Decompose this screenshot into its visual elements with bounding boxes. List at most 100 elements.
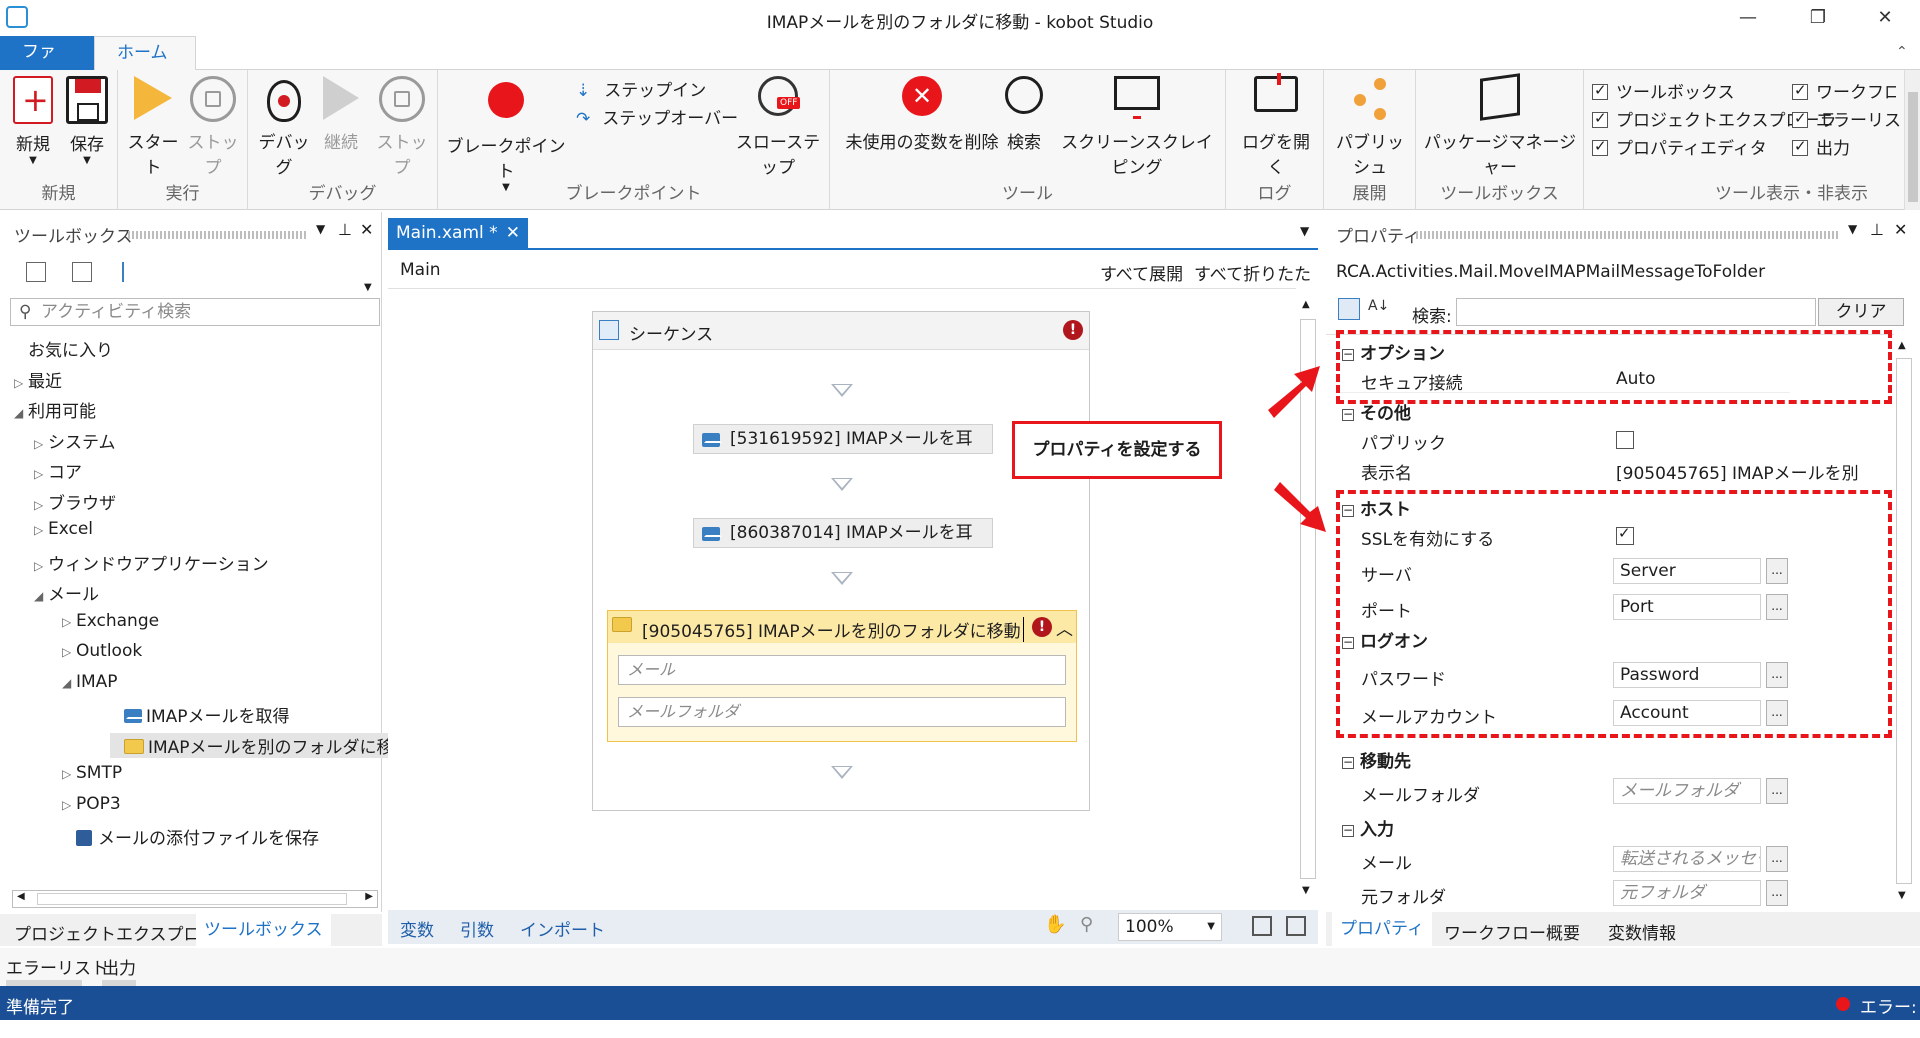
tab-variable-info[interactable]: 変数情報 bbox=[1608, 919, 1676, 944]
expand-icon[interactable]: ▷ bbox=[34, 437, 48, 451]
search-button[interactable]: 検索 bbox=[1000, 76, 1048, 153]
prop-dest-folder[interactable]: メールフォルダ メールフォルダ... bbox=[1336, 777, 1790, 806]
hand-icon[interactable]: ✋ bbox=[1044, 914, 1066, 935]
cat-input[interactable]: − 入力 bbox=[1336, 815, 1790, 840]
stop-button[interactable]: ストップ bbox=[184, 76, 242, 178]
view-check-4[interactable]: エラーリスト bbox=[1792, 106, 1918, 131]
prop-mail[interactable]: メール転送されるメッセージ。ご... bbox=[1336, 845, 1790, 874]
clear-button[interactable]: クリア bbox=[1818, 298, 1904, 326]
expand-icon[interactable]: ▷ bbox=[62, 798, 76, 812]
ellipsis-button[interactable]: ... bbox=[1766, 778, 1788, 804]
toolbox-tree-item[interactable]: ▷ ウィンドウアプリケーション bbox=[34, 550, 269, 575]
property-scrollbar[interactable]: ▲ ▼ bbox=[1894, 334, 1914, 908]
overview-icon[interactable] bbox=[1286, 916, 1306, 936]
close-button[interactable]: ✕ bbox=[1862, 4, 1908, 32]
activity-get-mail-2[interactable]: [860387014] IMAPメールを耳 bbox=[693, 518, 993, 548]
tab-error-list[interactable]: エラーリスト bbox=[6, 954, 108, 979]
expand-icon[interactable]: ▷ bbox=[62, 645, 76, 659]
collapse-icon[interactable]: ︿ bbox=[1056, 615, 1073, 640]
breakpoint-button[interactable]: ブレークポイント ▼ bbox=[446, 82, 566, 193]
tab-output[interactable]: 出力 bbox=[102, 954, 136, 979]
open-log-button[interactable]: ログを開く bbox=[1234, 73, 1318, 178]
toolbox-tree-item[interactable]: メールの添付ファイルを保存 bbox=[62, 824, 319, 849]
collapse-all-icon[interactable] bbox=[72, 262, 92, 282]
toolbox-tree-item[interactable]: ▷ Outlook bbox=[62, 641, 142, 661]
collapse-icon[interactable]: ◢ bbox=[34, 589, 48, 603]
expand-icon[interactable]: ▷ bbox=[62, 767, 76, 781]
save-button[interactable]: 保存 ▼ bbox=[62, 76, 112, 166]
ribbon-scrollbar[interactable] bbox=[1904, 70, 1920, 210]
designer-canvas[interactable]: シーケンス ! [531619592] IMAPメールを耳 [860387014… bbox=[388, 288, 1318, 909]
prop-src-folder[interactable]: 元フォルダ 元フォルダ... bbox=[1336, 879, 1790, 908]
publish-button[interactable]: パブリッシュ bbox=[1328, 76, 1412, 178]
toolbox-tree-item[interactable]: ◢ IMAP bbox=[62, 672, 118, 692]
toolbox-tree-item[interactable]: ▷ Excel bbox=[34, 519, 93, 539]
prop-display-name[interactable]: 表示名 [905045765] IMAPメールを別 bbox=[1336, 455, 1859, 484]
step-over-button[interactable]: ↷ ステップオーバー bbox=[576, 104, 738, 129]
tree-icon[interactable] bbox=[122, 262, 142, 282]
minimize-button[interactable]: — bbox=[1725, 4, 1771, 32]
sequence-container[interactable]: シーケンス ! [531619592] IMAPメールを耳 [860387014… bbox=[592, 311, 1090, 811]
tab-properties[interactable]: プロパティ bbox=[1332, 912, 1432, 946]
toolbox-tree-item[interactable]: お気に入り bbox=[14, 336, 113, 361]
debug-stop-button[interactable]: ストップ bbox=[372, 76, 432, 178]
toolbox-tree-item[interactable]: ▷ システム bbox=[34, 428, 116, 453]
close-icon[interactable]: ✕ bbox=[360, 220, 373, 239]
expand-icon[interactable]: ▷ bbox=[62, 615, 76, 629]
zoom-icon[interactable]: ⚲ bbox=[1080, 914, 1093, 935]
package-manager-button[interactable]: パッケージマネージャー bbox=[1420, 73, 1580, 178]
dropdown-icon[interactable]: ▼ bbox=[316, 222, 325, 236]
categorized-icon[interactable] bbox=[1338, 298, 1360, 320]
toolbox-tree-item[interactable]: ▷ SMTP bbox=[62, 763, 122, 783]
fit-screen-icon[interactable] bbox=[1252, 916, 1272, 936]
step-in-button[interactable]: ⇣ ステップイン bbox=[576, 76, 706, 101]
collapse-icon[interactable]: ◢ bbox=[62, 676, 76, 690]
toolbox-menu-icon[interactable]: ▼ bbox=[364, 282, 372, 293]
ribbon-collapse-icon[interactable]: ⌃ bbox=[1896, 44, 1908, 60]
continue-button[interactable]: 継続 bbox=[314, 76, 368, 153]
slow-step-button[interactable]: OFF スローステップ bbox=[730, 76, 826, 178]
imports-tab[interactable]: インポート bbox=[520, 916, 605, 941]
new-button[interactable]: + 新規 ▼ bbox=[8, 76, 58, 166]
expand-icon[interactable]: ▷ bbox=[14, 376, 28, 390]
sort-az-icon[interactable]: A↓ bbox=[1368, 298, 1389, 314]
tab-home[interactable]: ホーム bbox=[94, 36, 196, 71]
tab-main-xaml[interactable]: Main.xaml * ✕ bbox=[388, 218, 528, 248]
prop-public[interactable]: パブリック bbox=[1336, 425, 1790, 454]
ellipsis-button[interactable]: ... bbox=[1766, 846, 1788, 872]
ellipsis-button[interactable]: ... bbox=[1766, 880, 1788, 906]
variables-tab[interactable]: 変数 bbox=[400, 916, 434, 941]
tab-workflow-overview[interactable]: ワークフロー概要 bbox=[1444, 919, 1580, 944]
screen-scraping-button[interactable]: スクリーンスクレイピング bbox=[1054, 76, 1220, 178]
view-check-0[interactable]: ツールボックス bbox=[1592, 78, 1735, 103]
toolbox-tree-item[interactable]: ◢ 利用可能 bbox=[14, 397, 96, 422]
mail-folder-input[interactable]: メールフォルダ bbox=[618, 697, 1066, 727]
dropdown-icon[interactable]: ▼ bbox=[1848, 222, 1857, 236]
collapse-icon[interactable]: ◢ bbox=[14, 406, 28, 420]
expand-all-icon[interactable] bbox=[26, 262, 46, 282]
start-button[interactable]: スタート bbox=[124, 76, 182, 178]
view-check-5[interactable]: 出力 bbox=[1792, 134, 1850, 159]
arguments-tab[interactable]: 引数 bbox=[460, 916, 494, 941]
zoom-select[interactable]: 100% ▼ bbox=[1118, 913, 1222, 941]
debug-button[interactable]: デバッグ bbox=[254, 76, 314, 178]
toolbox-tree-item[interactable]: IMAPメールを別のフォルダに移動 bbox=[110, 732, 415, 758]
expand-icon[interactable]: ▷ bbox=[34, 467, 48, 481]
activity-move-mail[interactable]: [905045765] IMAPメールを別のフォルダに移動 ! ︿ メール メー… bbox=[607, 610, 1077, 742]
maximize-button[interactable]: ❐ bbox=[1795, 4, 1841, 32]
status-errors[interactable]: エラー: 2 bbox=[1860, 993, 1920, 1038]
toolbox-tree-item[interactable]: ▷ POP3 bbox=[62, 794, 121, 814]
delete-unused-button[interactable]: ✕ 未使用の変数を削除 bbox=[844, 76, 1000, 153]
close-icon[interactable]: ✕ bbox=[506, 218, 520, 248]
tab-file[interactable]: ファイル bbox=[0, 36, 94, 94]
toolbox-tree-item[interactable]: ▷ コア bbox=[34, 458, 82, 483]
pin-icon[interactable]: ⊥ bbox=[1870, 220, 1884, 239]
pin-icon[interactable]: ⊥ bbox=[338, 220, 352, 239]
expand-icon[interactable]: ▷ bbox=[34, 559, 48, 573]
toolbox-tree-item[interactable]: ▷ 最近 bbox=[14, 367, 62, 392]
public-checkbox[interactable] bbox=[1616, 431, 1634, 449]
expand-icon[interactable]: ▷ bbox=[34, 498, 48, 512]
toolbox-tree-item[interactable]: ▷ Exchange bbox=[62, 611, 159, 631]
expand-all-link[interactable]: すべて展開 bbox=[1100, 260, 1183, 285]
view-check-3[interactable]: ワークフロー概 bbox=[1792, 78, 1896, 103]
